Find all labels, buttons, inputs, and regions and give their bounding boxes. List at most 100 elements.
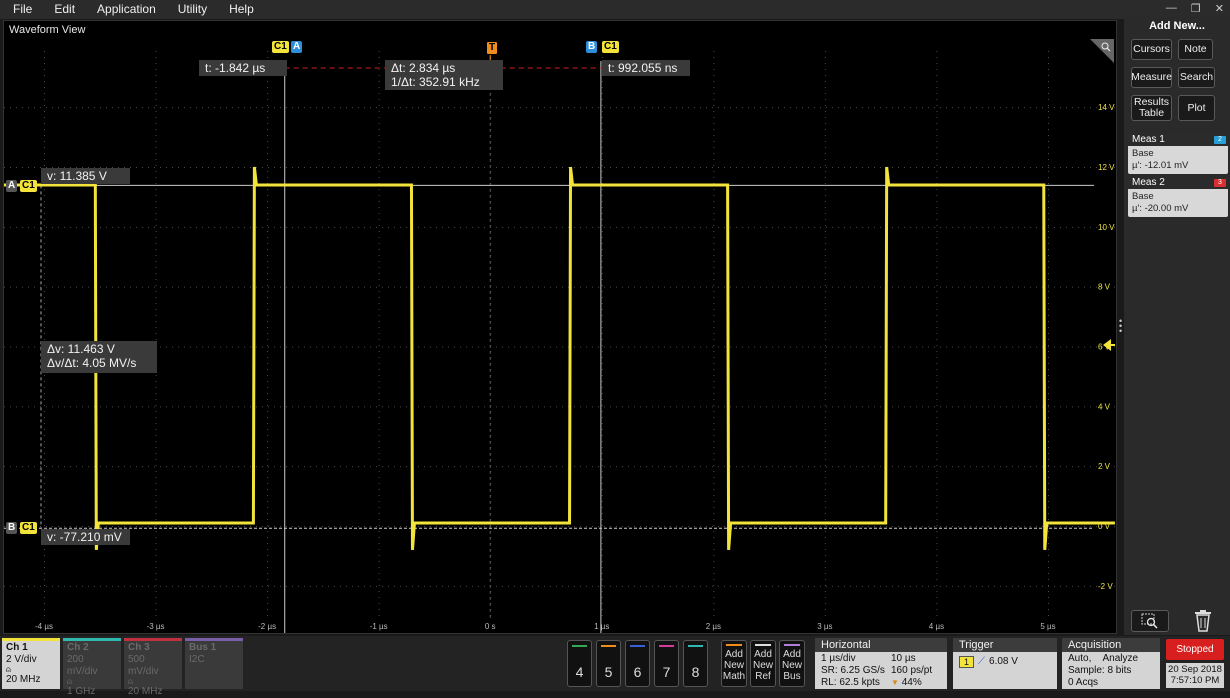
y-tick-label: -2 V — [1098, 582, 1113, 591]
trash-button[interactable] — [1192, 609, 1214, 633]
cursor-b-tag[interactable]: B — [586, 41, 598, 53]
menu-help[interactable]: Help — [218, 0, 265, 19]
plot-button[interactable]: Plot — [1178, 95, 1215, 121]
x-tick-label: -2 µs — [258, 622, 276, 631]
acquisition-badge[interactable]: Acquisition Auto, Analyze Sample: 8 bits… — [1062, 638, 1160, 689]
horizontal-sample-rate: SR: 6.25 GS/s — [821, 665, 885, 676]
cursor-b-time-readout: t: 992.055 ns — [602, 60, 690, 76]
y-tick-label: 2 V — [1098, 462, 1111, 471]
settings-bar: Ch 1 2 V/div ⍝ 20 MHz Ch 2 200 mV/div ⍝ … — [0, 636, 1230, 697]
cursor-b-side-tag: B — [6, 522, 18, 534]
x-tick-label: 0 s — [485, 622, 496, 631]
waveform-view[interactable]: 14 V 12 V 10 V8 V6 V4 V2 V0 V -2 V -4 µs -3 µ… — [3, 20, 1117, 634]
meas-2-name: Meas 2 — [1132, 177, 1165, 188]
ch2-bandwidth: 1 GHz — [67, 686, 96, 697]
ch1-bandwidth: 20 MHz — [6, 674, 41, 685]
menu-edit[interactable]: Edit — [43, 0, 86, 19]
add-new-ref-button[interactable]: Add New Ref — [750, 640, 776, 687]
results-table-button[interactable]: Results Table — [1131, 95, 1172, 121]
trash-icon — [1195, 610, 1211, 632]
channel-7-button[interactable]: 7 — [654, 640, 679, 687]
ch3-coupling-icon: ⍝ — [128, 677, 133, 686]
ch1-scale: 2 V/div — [6, 654, 37, 665]
menu-application[interactable]: Application — [86, 0, 167, 19]
menu-utility[interactable]: Utility — [167, 0, 218, 19]
menu-bar: File Edit Application Utility Help — [0, 0, 1230, 19]
channel-6-button[interactable]: 6 — [625, 640, 650, 687]
add-new-math-button[interactable]: Add New Math — [721, 640, 747, 687]
cursor-b-voltage-readout: v: -77.210 mV — [41, 529, 130, 545]
channel-5-button[interactable]: 5 — [596, 640, 621, 687]
acquisition-mode: Auto, — [1068, 653, 1092, 664]
measure-button[interactable]: Measure — [1131, 67, 1172, 88]
delta-voltage-readout: Δv: 11.463 V Δv/Δt: 4.05 MV/s — [41, 341, 157, 373]
cursor-a-tag[interactable]: A — [291, 41, 303, 53]
meas-2-badge[interactable]: Meas 2 3 Base µ': -20.00 mV — [1128, 177, 1228, 217]
horizontal-ps-per-pt: 160 ps/pt — [891, 665, 933, 676]
ch1-coupling-icon: ⍝ — [6, 665, 11, 674]
horizontal-position: ▼ 44% — [891, 677, 922, 688]
add-new-bus-button[interactable]: Add New Bus — [779, 640, 805, 687]
trigger-level: 6.08 V — [989, 656, 1018, 667]
cursor-a-time-readout: t: -1.842 µs — [199, 60, 287, 76]
ch1-badge[interactable]: Ch 1 2 V/div ⍝ 20 MHz — [2, 638, 60, 689]
zoom-button[interactable] — [1131, 610, 1169, 632]
x-tick-label: -4 µs — [35, 622, 53, 631]
run-stop-button[interactable]: Stopped — [1166, 639, 1224, 660]
ch2-badge[interactable]: Ch 2 200 mV/div ⍝ 1 GHz — [63, 638, 121, 697]
ch3-bandwidth: 20 MHz — [128, 686, 163, 697]
meas-2-value: µ': -20.00 mV — [1132, 203, 1189, 214]
close-icon[interactable]: ✕ — [1215, 2, 1224, 15]
acquisition-count: 0 Acqs — [1068, 677, 1099, 688]
x-tick-label: 2 µs — [706, 622, 721, 631]
time: 7:57:10 PM — [1170, 675, 1220, 686]
horizontal-record-length: RL: 62.5 kpts — [821, 677, 880, 688]
dv-dt-value: Δv/Δt: 4.05 MV/s — [47, 356, 137, 370]
inverse-delta-t-value: 1/Δt: 352.91 kHz — [391, 75, 480, 89]
panel-resize-handle[interactable]: • • • — [1119, 317, 1123, 336]
channel-4-button[interactable]: 4 — [567, 640, 592, 687]
x-tick-label: 3 µs — [817, 622, 832, 631]
cursor-a-source-tag: C1 — [272, 41, 289, 53]
ch3-scale: 500 mV/div — [128, 654, 159, 677]
horizontal-badge[interactable]: Horizontal 1 µs/div 10 µs SR: 6.25 GS/s … — [815, 638, 947, 689]
search-button[interactable]: Search — [1178, 67, 1215, 88]
channel-8-button[interactable]: 8 — [683, 640, 708, 687]
ch3-badge[interactable]: Ch 3 500 mV/div ⍝ 20 MHz — [124, 638, 182, 697]
waveform-plot[interactable]: 14 V12 V10 V8 V6 V4 V2 V0 V-2 V-4 µs -3 µ… — [4, 21, 1116, 633]
y-tick-label: 4 V — [1098, 402, 1111, 411]
trigger-badge[interactable]: Trigger 1 ⟋ 6.08 V — [953, 638, 1057, 689]
trigger-tag[interactable]: T — [486, 41, 499, 55]
ch1-label: Ch 1 — [6, 642, 28, 653]
ch2-label: Ch 2 — [67, 642, 89, 653]
add-new-title: Add New... — [1149, 20, 1205, 32]
y-tick-label: 8 V — [1098, 283, 1111, 292]
delta-v-value: Δv: 11.463 V — [47, 342, 115, 356]
delta-t-value: Δt: 2.834 µs — [391, 61, 456, 75]
position-marker-icon: ▼ — [891, 678, 899, 687]
bus1-label: Bus 1 — [189, 642, 217, 653]
menu-file[interactable]: File — [0, 0, 43, 19]
cursor-b-source-tag: C1 — [602, 41, 619, 53]
restore-icon[interactable]: ❐ — [1191, 2, 1201, 15]
meas-1-name: Meas 1 — [1132, 134, 1165, 145]
meas-1-source-badge: 2 — [1214, 136, 1226, 144]
minimize-icon[interactable]: — — [1166, 2, 1177, 15]
trigger-level-arrow-icon[interactable] — [1101, 338, 1115, 352]
date: 20 Sep 2018 — [1168, 664, 1222, 675]
zoom-corner-icon[interactable] — [1090, 39, 1114, 63]
meas-2-type: Base — [1132, 191, 1154, 202]
note-button[interactable]: Note — [1178, 39, 1213, 60]
ch1-level-a-tag: C1 — [20, 180, 37, 192]
x-tick-label: -3 µs — [147, 622, 165, 631]
cursors-button[interactable]: Cursors — [1131, 39, 1172, 60]
x-tick-label: 4 µs — [929, 622, 944, 631]
date-time-display: 20 Sep 2018 7:57:10 PM — [1166, 663, 1224, 688]
y-tick-label: 10 V — [1098, 223, 1115, 232]
meas-2-source-badge: 3 — [1214, 179, 1226, 187]
meas-1-badge[interactable]: Meas 1 2 Base µ': -12.01 mV — [1128, 134, 1228, 174]
bus1-type: I2C — [189, 654, 205, 665]
bus1-badge[interactable]: Bus 1 I2C — [185, 638, 243, 689]
acquisition-analyze: Analyze — [1102, 653, 1139, 664]
meas-1-type: Base — [1132, 148, 1154, 159]
